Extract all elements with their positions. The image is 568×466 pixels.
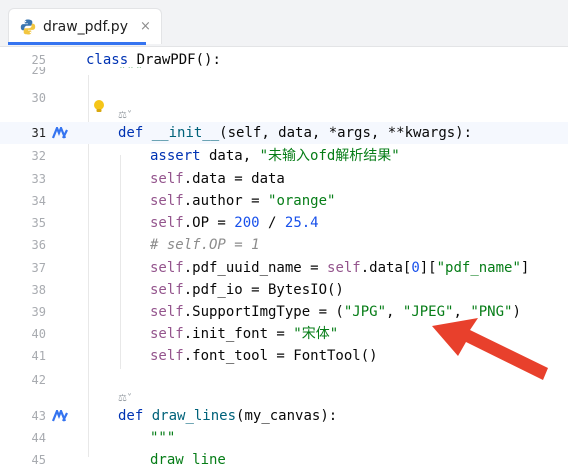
annotation-arrow xyxy=(432,318,548,380)
